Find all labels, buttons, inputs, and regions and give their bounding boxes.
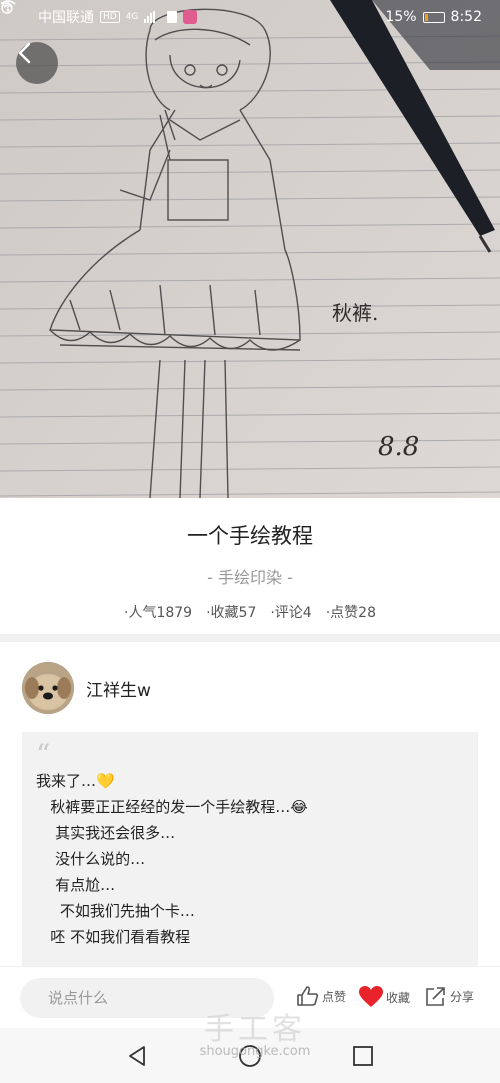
intro-line: 不如我们先抽个卡… bbox=[36, 902, 195, 920]
heart-icon bbox=[359, 986, 383, 1007]
intro-line: 没什么说的… bbox=[36, 850, 146, 868]
author-row[interactable]: 江祥生w bbox=[22, 662, 151, 714]
network-type-label: 4G bbox=[125, 12, 139, 22]
article-header: 一个手绘教程 - 手绘印染 - ·人气1879 ·收藏57 ·评论4 ·点赞28 bbox=[0, 498, 500, 634]
nav-back-button[interactable] bbox=[126, 1045, 148, 1067]
sketch-signature: 秋裤. bbox=[332, 301, 378, 325]
hero-image: 秋裤. 8.8 中国联通 HD 4G 15% 8:52 bbox=[0, 0, 500, 498]
status-bar: 中国联通 HD 4G 15% 8:52 bbox=[0, 0, 500, 34]
avatar[interactable] bbox=[22, 662, 74, 714]
category-label[interactable]: - 手绘印染 - bbox=[0, 564, 500, 588]
back-button[interactable] bbox=[16, 42, 58, 84]
favorite-label: 收藏 bbox=[386, 990, 411, 1005]
quote-icon: “ bbox=[36, 738, 51, 771]
section-divider bbox=[0, 634, 500, 642]
share-icon bbox=[426, 987, 445, 1006]
author-name[interactable]: 江祥生w bbox=[86, 676, 151, 701]
app-notification-icon bbox=[183, 10, 198, 24]
battery-percent: 15% bbox=[385, 9, 417, 25]
intro-line: 秋裤要正正经经的发一个手绘教程…😂 bbox=[36, 798, 308, 816]
battery-icon bbox=[422, 11, 445, 23]
nav-recents-button[interactable] bbox=[352, 1045, 374, 1067]
comments-stat: ·评论4 bbox=[270, 605, 312, 621]
favorite-button[interactable]: 收藏 bbox=[358, 985, 410, 1009]
intro-line: 有点尬… bbox=[36, 876, 116, 894]
nav-recents-icon bbox=[353, 1045, 373, 1066]
hd-badge: HD bbox=[100, 11, 120, 23]
watermark-title: 手工客 bbox=[204, 1012, 306, 1047]
watermark: 手工客 shougongke.com bbox=[180, 1004, 330, 1059]
likes-stat: ·点赞28 bbox=[325, 605, 376, 621]
notification-icon bbox=[167, 11, 178, 23]
article-stats: ·人气1879 ·收藏57 ·评论4 ·点赞28 bbox=[0, 602, 500, 622]
intro-line: 我来了…💛 bbox=[36, 772, 115, 790]
share-label: 分享 bbox=[450, 989, 475, 1004]
clock: 8:52 bbox=[450, 9, 482, 25]
page-title: 一个手绘教程 bbox=[187, 524, 313, 548]
signal-icon bbox=[144, 11, 156, 23]
carrier-label: 中国联通 bbox=[38, 10, 94, 26]
share-button[interactable]: 分享 bbox=[424, 985, 474, 1007]
like-label: 点赞 bbox=[322, 989, 347, 1004]
favorites-stat: ·收藏57 bbox=[206, 605, 257, 621]
intro-line: 其实我还会很多… bbox=[36, 824, 176, 842]
sketch-illustration: 秋裤. 8.8 bbox=[0, 0, 500, 498]
intro-line: 呸 不如我们看看教程 bbox=[36, 928, 191, 946]
nav-back-icon bbox=[129, 1045, 145, 1066]
back-arrow-icon bbox=[18, 42, 31, 64]
watermark-url: shougongke.com bbox=[199, 1044, 311, 1059]
intro-card: “ 我来了…💛 秋裤要正正经经的发一个手绘教程…😂 其实我还会很多… 没什么说的… bbox=[22, 732, 478, 972]
popularity-stat: ·人气1879 bbox=[124, 605, 193, 621]
sketch-date: 8.8 bbox=[378, 432, 419, 462]
